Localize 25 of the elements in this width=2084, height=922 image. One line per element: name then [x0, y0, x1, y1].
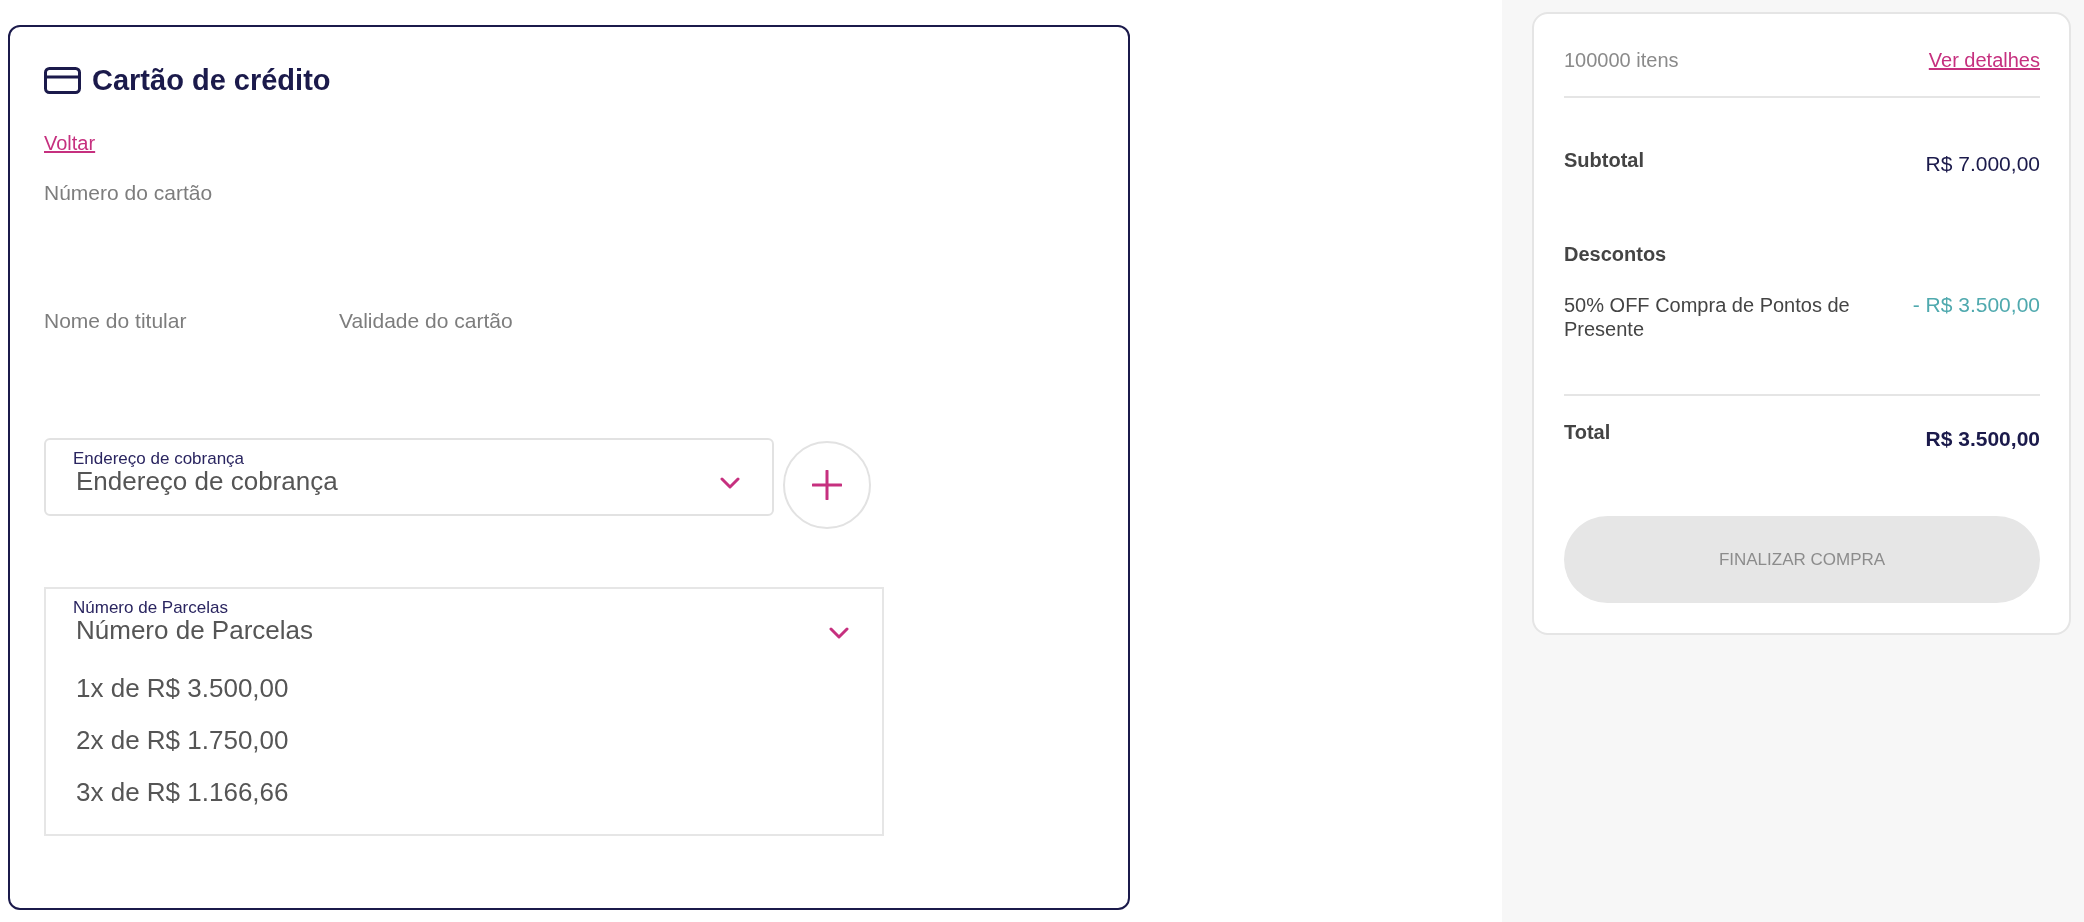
discount-value: - R$ 3.500,00	[1912, 293, 2040, 317]
dropdown-option[interactable]: 3x de R$ 1.166,66	[73, 766, 292, 818]
dropdown-option[interactable]: 2x de R$ 1.750,00	[73, 714, 292, 766]
plus-icon	[812, 470, 842, 500]
floating-label: Número de Parcelas	[73, 599, 228, 617]
subtotal-label: Subtotal	[1564, 148, 1644, 173]
discounts-title: Descontos	[1564, 242, 1667, 267]
installments-select[interactable]: Número de Parcelas Número de Parcelas 1x de R$ 3.500,00 2x de R$ 1.750,00 3x de R$ 1.166,66	[44, 587, 884, 836]
dropdown-option[interactable]: 1x de R$ 3.500,00	[73, 662, 292, 714]
section-title: Cartão de crédito	[92, 63, 331, 98]
discount-label: 50% OFF Compra de Pontos de Presente	[1564, 293, 1851, 341]
total-value: R$ 3.500,00	[1925, 426, 2040, 452]
field-label: Nome do titular	[44, 308, 188, 334]
chevron-down-icon	[829, 627, 849, 639]
chevron-down-icon	[720, 477, 740, 489]
details-link[interactable]: Ver detalhes	[1928, 46, 2040, 74]
total-label: Total	[1564, 420, 1611, 445]
item-count: 100000 itens	[1564, 48, 1679, 73]
subtotal-value: R$ 7.000,00	[1925, 151, 2040, 177]
billing-address-select[interactable]: Endereço de cobrança Endereço de cobrança	[44, 438, 774, 516]
credit-card-icon	[44, 66, 81, 94]
floating-label: Endereço de cobrança	[73, 450, 245, 468]
field-label: Número do cartão	[44, 180, 213, 206]
back-link[interactable]: Voltar	[44, 132, 96, 154]
field-label: Validade do cartão	[339, 308, 513, 334]
